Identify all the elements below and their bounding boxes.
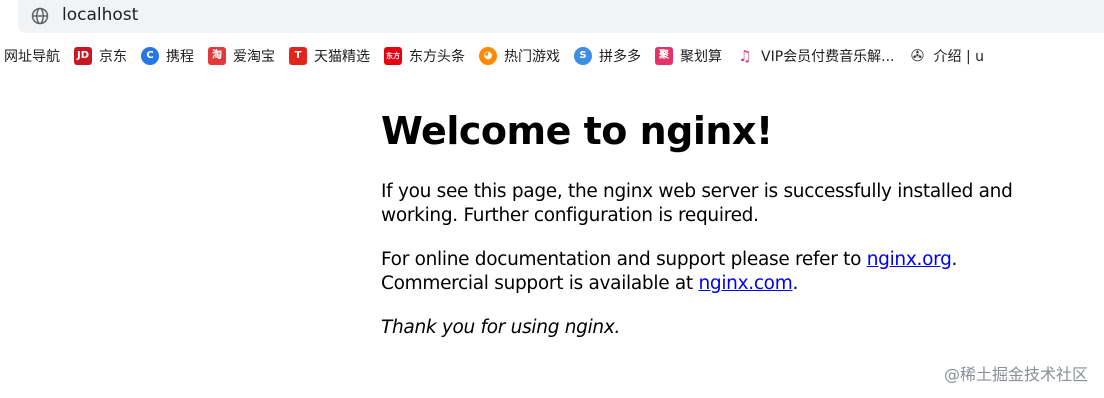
dftt-icon: 东方 bbox=[384, 47, 402, 65]
intro-paragraph: If you see this page, the nginx web serv… bbox=[381, 181, 1013, 226]
bookmark-label: 爱淘宝 bbox=[233, 49, 275, 65]
tmall-icon: T bbox=[289, 47, 307, 65]
bookmarks-bar: 网址导航 JD 京东 C 携程 淘 爱淘宝 T 天猫精选 东方 东方头条 ◕ 热… bbox=[0, 41, 1104, 71]
bookmark-label: 东方头条 bbox=[409, 49, 465, 65]
address-url[interactable]: localhost bbox=[62, 5, 138, 25]
bookmark-label: 网址导航 bbox=[4, 49, 60, 65]
bookmark-item[interactable]: 淘 爱淘宝 bbox=[208, 41, 275, 71]
address-bar[interactable]: localhost bbox=[18, 0, 1104, 33]
period-text: . bbox=[792, 273, 799, 294]
watermark: @稀土掘金技术社区 bbox=[943, 365, 1088, 384]
game-icon: ◕ bbox=[479, 47, 497, 65]
bookmark-item[interactable]: S 拼多多 bbox=[574, 41, 641, 71]
period-text: . bbox=[951, 249, 958, 270]
bookmark-label: 京东 bbox=[99, 49, 127, 65]
globe-icon bbox=[31, 7, 49, 25]
jd-icon: JD bbox=[74, 47, 92, 65]
juhuasuan-icon: 聚 bbox=[655, 47, 673, 65]
bookmark-label: VIP会员付费音乐解... bbox=[761, 49, 895, 65]
bookmark-item[interactable]: 聚 聚划算 bbox=[655, 41, 722, 71]
bookmark-item[interactable]: ♫ VIP会员付费音乐解... bbox=[736, 41, 895, 71]
bookmark-label: 天猫精选 bbox=[314, 49, 370, 65]
bookmark-label: 拼多多 bbox=[599, 49, 641, 65]
docs-text: For online documentation and support ple… bbox=[381, 249, 867, 270]
bookmark-item[interactable]: ◕ 热门游戏 bbox=[479, 41, 560, 71]
page-content: Welcome to nginx! If you see this page, … bbox=[381, 104, 1041, 340]
ctrip-icon: C bbox=[141, 47, 159, 65]
nginx-org-link[interactable]: nginx.org bbox=[867, 249, 952, 270]
music-icon: ♫ bbox=[736, 47, 754, 65]
thanks-paragraph: Thank you for using nginx. bbox=[381, 317, 621, 338]
bookmark-label: 热门游戏 bbox=[504, 49, 560, 65]
bookmark-label: 聚划算 bbox=[680, 49, 722, 65]
bookmark-item[interactable]: C 携程 bbox=[141, 41, 194, 71]
bookmark-item[interactable]: 东方 东方头条 bbox=[384, 41, 465, 71]
bookmark-label: 介绍 | u bbox=[933, 49, 985, 65]
bookmark-label: 携程 bbox=[166, 49, 194, 65]
bookmark-item[interactable]: ✇ 介绍 | u bbox=[908, 41, 985, 71]
nginx-com-link[interactable]: nginx.com bbox=[698, 273, 792, 294]
commercial-text: Commercial support is available at bbox=[381, 273, 699, 294]
support-paragraph: For online documentation and support ple… bbox=[381, 248, 1041, 296]
page-title: Welcome to nginx! bbox=[381, 109, 773, 153]
logo-icon: ✇ bbox=[908, 47, 927, 65]
bookmark-item[interactable]: 网址导航 bbox=[4, 41, 60, 71]
pinduoduo-icon: S bbox=[574, 47, 592, 65]
bookmark-item[interactable]: JD 京东 bbox=[74, 41, 127, 71]
bookmark-item[interactable]: T 天猫精选 bbox=[289, 41, 370, 71]
taobao-icon: 淘 bbox=[208, 47, 226, 65]
